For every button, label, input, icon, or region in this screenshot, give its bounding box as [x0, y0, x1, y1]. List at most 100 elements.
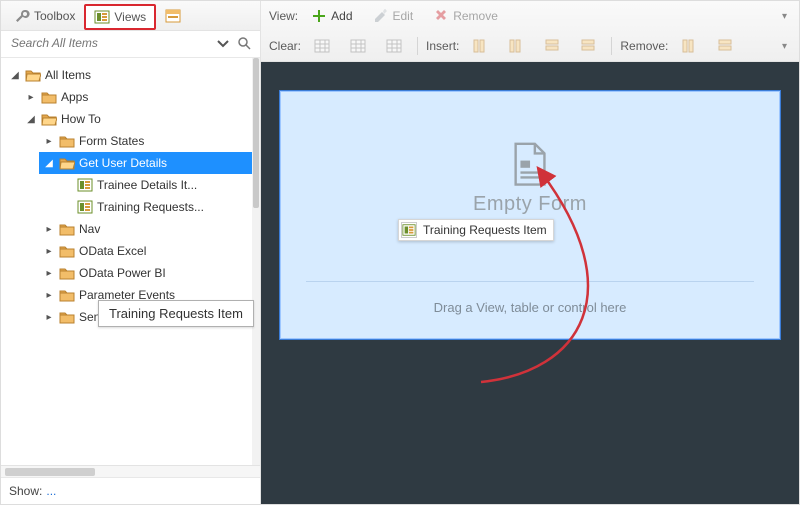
clear-table-icon: [314, 38, 330, 54]
tree-row[interactable]: ▸ Nav: [39, 218, 258, 240]
document-icon: [506, 139, 554, 187]
tree-label: All Items: [45, 68, 91, 82]
drag-ghost: Training Requests Item: [398, 219, 554, 241]
view-group-label: View:: [269, 9, 298, 23]
tree-row[interactable]: ▸ Apps: [21, 86, 258, 108]
add-label: Add: [331, 9, 352, 23]
tree-row[interactable]: ▸ OData Power BI: [39, 262, 258, 284]
tree-label: Trainee Details It...: [97, 178, 197, 192]
tab-views-label: Views: [114, 10, 146, 24]
wrench-icon: [14, 8, 30, 24]
tree-label: Training Requests...: [97, 200, 204, 214]
clear-group-label: Clear:: [269, 39, 301, 53]
footer-show-link[interactable]: ...: [46, 484, 56, 498]
tree-label: Apps: [61, 90, 88, 104]
add-view-button[interactable]: Add: [304, 5, 359, 27]
folder-icon: [59, 309, 75, 325]
empty-form-label: Empty Form: [473, 193, 587, 216]
clear-row-button[interactable]: [343, 35, 373, 57]
remove-label: Remove: [453, 9, 498, 23]
view-icon: [401, 222, 417, 238]
horizontal-scrollbar[interactable]: [1, 465, 260, 477]
insert-col-left-icon: [472, 38, 488, 54]
twisty-icon[interactable]: ▸: [25, 92, 37, 103]
clear-cell-button[interactable]: [379, 35, 409, 57]
twisty-icon[interactable]: ◢: [25, 114, 37, 125]
twisty-icon[interactable]: ▸: [43, 290, 55, 301]
tree-row-all-items[interactable]: ◢ All Items: [3, 64, 258, 86]
twisty-icon[interactable]: ▸: [43, 312, 55, 323]
divider: [306, 281, 754, 282]
tab-views[interactable]: Views: [84, 4, 156, 30]
drag-ghost-label: Training Requests Item: [423, 223, 547, 237]
tree-root: ◢ All Items ▸ Apps: [3, 64, 258, 328]
tree-label: OData Power BI: [79, 266, 166, 280]
tree-row[interactable]: ▸ Form States: [39, 130, 258, 152]
vertical-scrollbar[interactable]: [252, 58, 260, 465]
tab-toolbox[interactable]: Toolbox: [5, 4, 84, 28]
insert-col-right-button[interactable]: [501, 35, 531, 57]
folder-icon: [41, 89, 57, 105]
twisty-icon[interactable]: ▸: [43, 246, 55, 257]
insert-row-above-button[interactable]: [537, 35, 567, 57]
folder-open-icon: [41, 111, 57, 127]
dropzone-hint-area: Drag a View, table or control here: [306, 281, 754, 315]
insert-col-left-button[interactable]: [465, 35, 495, 57]
twisty-icon[interactable]: ▸: [43, 268, 55, 279]
insert-row-below-icon: [580, 38, 596, 54]
form-icon: [165, 8, 181, 24]
folder-icon: [59, 265, 75, 281]
empty-form-placeholder: Empty Form: [473, 139, 587, 216]
tab-forms[interactable]: [156, 4, 190, 28]
clear-row-icon: [350, 38, 366, 54]
edit-label: Edit: [393, 9, 414, 23]
search-input[interactable]: [9, 35, 208, 51]
design-canvas[interactable]: Empty Form Training Requests Item Drag a…: [261, 62, 799, 504]
left-footer: Show: ...: [1, 477, 260, 504]
view-icon: [77, 177, 93, 193]
tree-row[interactable]: ◢ How To: [21, 108, 258, 130]
clear-cell-icon: [386, 38, 402, 54]
tree-row[interactable]: ◢ Get User Details: [39, 152, 258, 174]
tree[interactable]: ◢ All Items ▸ Apps: [1, 58, 260, 465]
remove-group-label: Remove:: [620, 39, 668, 53]
overflow-icon[interactable]: ▾: [778, 39, 791, 54]
tab-toolbox-label: Toolbox: [34, 9, 75, 23]
toolbar-row-1: View: Add Edit Remove ▾: [261, 1, 799, 31]
clear-table-button[interactable]: [307, 35, 337, 57]
remove-row-button[interactable]: [710, 35, 740, 57]
twisty-icon[interactable]: ◢: [43, 158, 55, 169]
insert-group-label: Insert:: [426, 39, 459, 53]
tree-row[interactable]: ▸ OData Excel: [39, 240, 258, 262]
form-dropzone[interactable]: Empty Form Training Requests Item Drag a…: [279, 90, 781, 340]
search-icon[interactable]: [236, 35, 252, 51]
toolbar-row-2: Clear: Insert: Remove: ▾: [261, 31, 799, 61]
twisty-icon[interactable]: ▸: [43, 224, 55, 235]
folder-icon: [59, 287, 75, 303]
right-panel: View: Add Edit Remove ▾ Clear:: [261, 1, 799, 504]
tree-row[interactable]: Training Requests...: [57, 196, 258, 218]
left-panel: Toolbox Views ◢ All Items: [1, 1, 261, 504]
folder-icon: [59, 221, 75, 237]
plus-icon: [311, 8, 327, 24]
folder-icon: [59, 133, 75, 149]
remove-col-icon: [681, 38, 697, 54]
folder-open-icon: [25, 67, 41, 83]
twisty-icon[interactable]: ▸: [43, 136, 55, 147]
tree-label: Form States: [79, 134, 144, 148]
insert-row-below-button[interactable]: [573, 35, 603, 57]
left-tabstrip: Toolbox Views: [1, 1, 260, 31]
tree-label: Nav: [79, 222, 100, 236]
edit-view-button[interactable]: Edit: [366, 5, 421, 27]
insert-col-right-icon: [508, 38, 524, 54]
tree-label: OData Excel: [79, 244, 146, 258]
overflow-icon[interactable]: ▾: [778, 9, 791, 24]
remove-col-button[interactable]: [674, 35, 704, 57]
tree-row[interactable]: Trainee Details It...: [57, 174, 258, 196]
chevron-down-icon[interactable]: [214, 35, 230, 51]
tree-node: ▸ Apps: [21, 86, 258, 108]
twisty-icon[interactable]: ◢: [9, 70, 21, 81]
remove-view-button[interactable]: Remove: [426, 5, 505, 27]
insert-row-above-icon: [544, 38, 560, 54]
folder-icon: [59, 243, 75, 259]
